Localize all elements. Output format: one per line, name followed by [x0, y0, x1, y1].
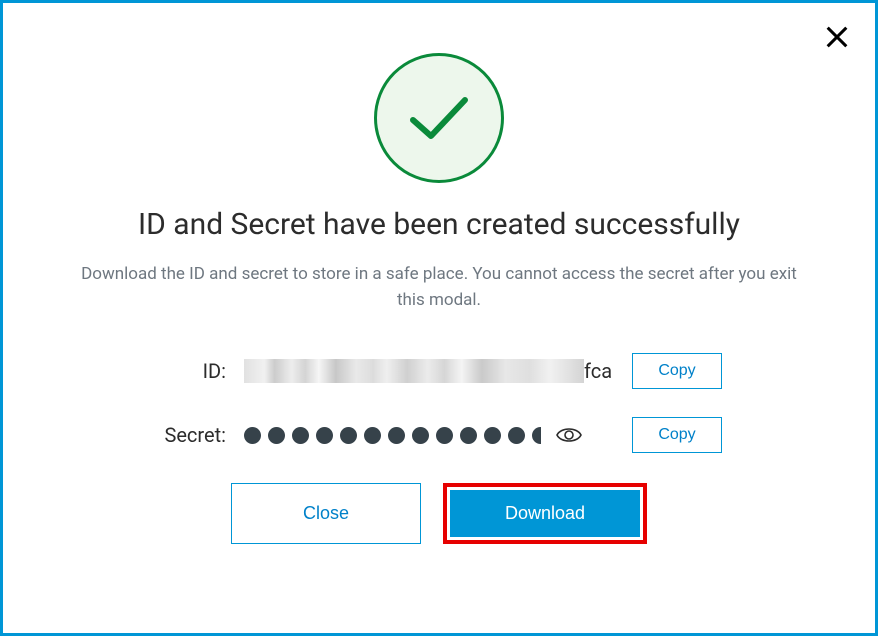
- modal-subtext: Download the ID and secret to store in a…: [69, 262, 809, 313]
- download-button[interactable]: Download: [450, 490, 640, 537]
- secret-masked-dots: [244, 427, 541, 444]
- secret-value: [244, 425, 614, 445]
- id-label: ID:: [156, 359, 226, 383]
- secret-label: Secret:: [156, 423, 226, 447]
- copy-id-button[interactable]: Copy: [632, 353, 722, 389]
- id-value: fca: [244, 359, 614, 383]
- copy-secret-button[interactable]: Copy: [632, 417, 722, 453]
- close-icon[interactable]: [823, 23, 851, 51]
- reveal-secret-eye-icon[interactable]: [555, 425, 583, 445]
- id-row: ID: fca Copy: [53, 353, 825, 389]
- download-highlight: Download: [443, 483, 647, 544]
- id-visible-suffix: fca: [584, 359, 612, 383]
- modal-title: ID and Secret have been created successf…: [53, 207, 825, 242]
- success-check-icon: [374, 53, 504, 183]
- secret-row: Secret: Copy: [53, 417, 825, 453]
- close-button[interactable]: Close: [231, 483, 421, 544]
- id-redacted-portion: [244, 359, 584, 383]
- modal-dialog: ID and Secret have been created successf…: [0, 0, 878, 636]
- modal-footer-buttons: Close Download: [53, 483, 825, 544]
